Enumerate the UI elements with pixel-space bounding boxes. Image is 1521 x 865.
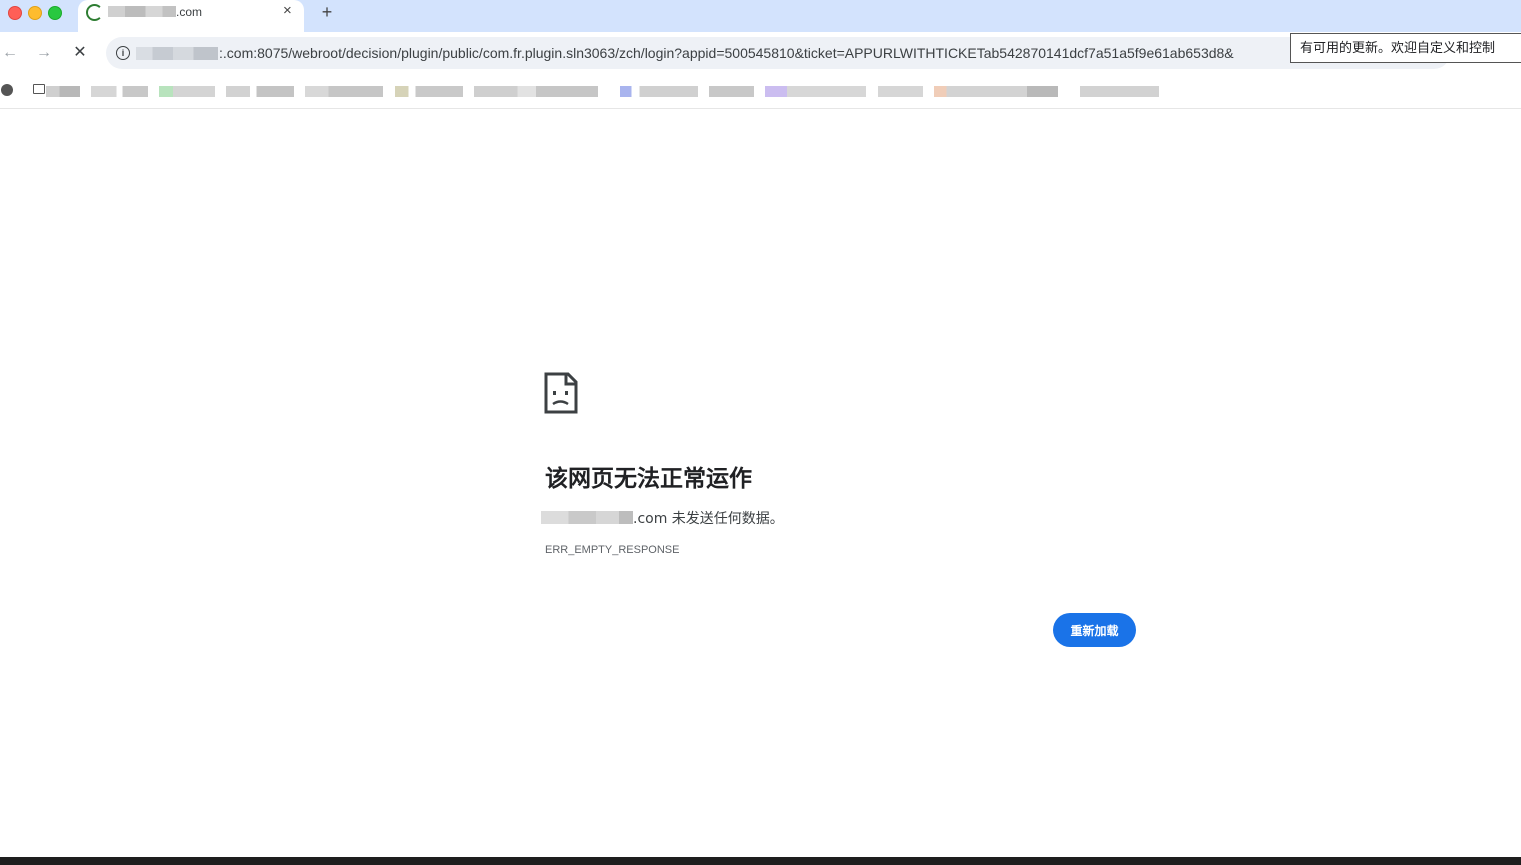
tab-title-text: .com xyxy=(176,5,203,19)
bookmark-item[interactable] xyxy=(765,86,866,97)
domain-redacted xyxy=(541,511,633,524)
bookmark-item[interactable] xyxy=(226,86,294,97)
sad-page-icon xyxy=(544,372,578,414)
tab-title-redacted xyxy=(108,6,176,17)
bookmark-item[interactable] xyxy=(46,86,80,97)
url-text[interactable]: :.com:8075/webroot/decision/plugin/publi… xyxy=(219,45,1234,61)
maximize-window-button[interactable] xyxy=(48,6,62,20)
bookmark-item[interactable] xyxy=(91,86,148,97)
forward-button[interactable]: → xyxy=(34,43,54,63)
folder-icon[interactable] xyxy=(33,84,45,94)
stop-loading-button[interactable]: ✕ xyxy=(70,43,90,63)
bookmark-item[interactable] xyxy=(1080,86,1159,97)
bookmark-item[interactable] xyxy=(395,86,463,97)
info-icon[interactable]: i xyxy=(116,46,130,60)
dock-edge xyxy=(0,857,1521,865)
back-button[interactable]: ← xyxy=(0,43,20,63)
error-description: .com 未发送任何数据。 xyxy=(633,511,784,527)
minimize-window-button[interactable] xyxy=(28,6,42,20)
bookmark-item[interactable] xyxy=(620,86,698,97)
bookmark-item[interactable] xyxy=(305,86,383,97)
bookmark-item[interactable] xyxy=(474,86,598,97)
tab-strip: .com × + xyxy=(0,0,1521,32)
loading-spinner-icon xyxy=(86,4,103,21)
update-tooltip: 有可用的更新。欢迎自定义和控制 xyxy=(1290,33,1521,63)
bookmarks-bar xyxy=(0,76,1521,109)
new-tab-button[interactable]: + xyxy=(318,2,336,22)
bookmark-item[interactable] xyxy=(159,86,215,97)
reload-button[interactable]: 重新加载 xyxy=(1053,613,1136,647)
address-bar[interactable]: i :.com:8075/webroot/decision/plugin/pub… xyxy=(106,37,1450,69)
tab-title: .com xyxy=(108,5,202,19)
error-heading: 该网页无法正常运作 xyxy=(545,466,752,492)
url-redacted xyxy=(136,47,218,60)
close-window-button[interactable] xyxy=(8,6,22,20)
tab-close-icon[interactable]: × xyxy=(283,2,292,19)
bookmark-item[interactable] xyxy=(709,86,754,97)
error-code[interactable]: ERR_EMPTY_RESPONSE xyxy=(545,544,679,556)
active-tab[interactable]: .com × xyxy=(78,0,304,32)
bookmark-item[interactable] xyxy=(878,86,923,97)
bookmark-item[interactable] xyxy=(934,86,1058,97)
globe-icon[interactable] xyxy=(1,84,13,96)
